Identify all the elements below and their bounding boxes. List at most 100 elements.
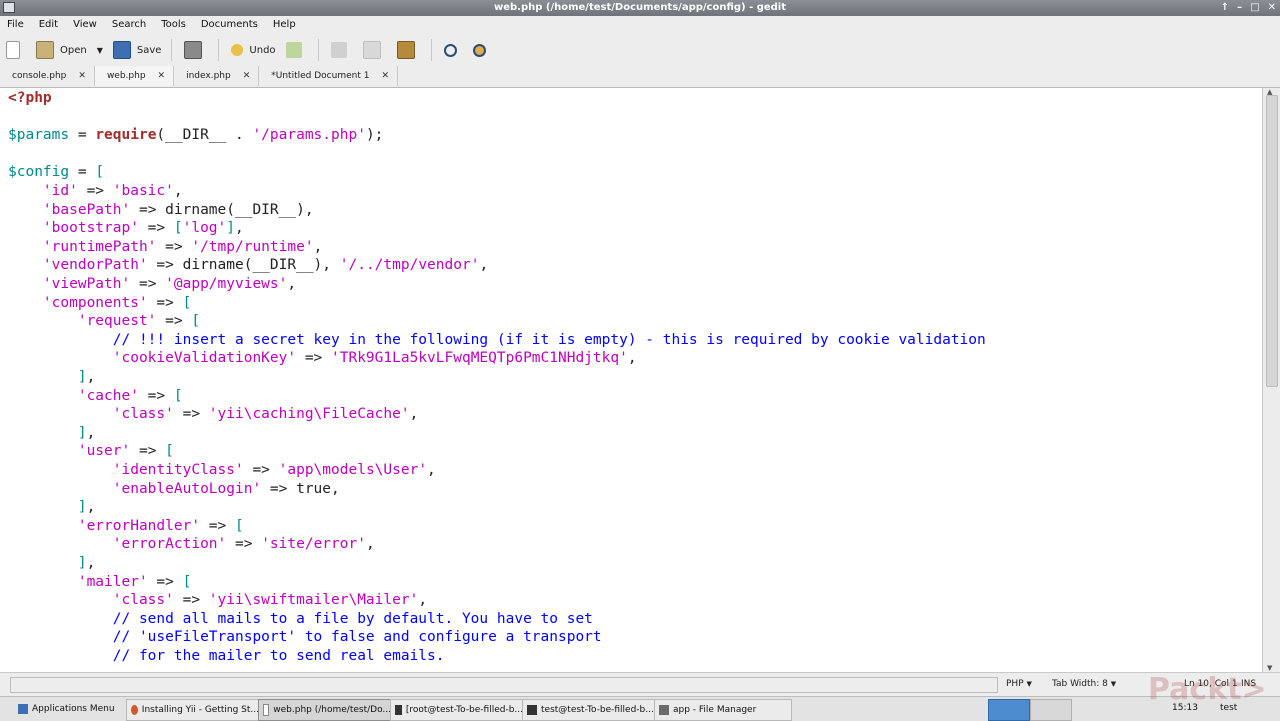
- code-token: 'mailer': [77, 573, 148, 590]
- maximize-button[interactable]: □: [1250, 0, 1259, 16]
- code-line: 'viewPath' => '@app/myviews',: [8, 275, 296, 294]
- code-token: =>: [173, 592, 209, 609]
- code-line: 'class' => 'yii\caching\FileCache',: [8, 405, 419, 424]
- vertical-scrollbar[interactable]: ▲ ▼: [1262, 88, 1280, 672]
- code-editor[interactable]: <?php $params = require(__DIR__ . '/param…: [0, 88, 1262, 672]
- save-icon: [112, 41, 131, 59]
- code-token: 'errorAction': [112, 536, 227, 553]
- code-token: // send all mails to a file by default. …: [112, 610, 593, 627]
- tab-label: console.php: [12, 71, 67, 81]
- code-token: ,: [627, 350, 637, 367]
- workspace-1-button[interactable]: [988, 699, 1030, 721]
- replace-button[interactable]: [469, 38, 496, 62]
- chevron-down-icon[interactable]: ▼: [97, 46, 103, 55]
- code-token: ]: [226, 220, 235, 237]
- task-file-manager[interactable]: app - File Manager: [654, 699, 792, 721]
- code-token: =>: [77, 183, 113, 199]
- redo-button[interactable]: [282, 38, 312, 62]
- paste-button[interactable]: [393, 38, 425, 62]
- menu-edit[interactable]: Edit: [32, 16, 66, 34]
- menu-file[interactable]: File: [0, 16, 32, 34]
- scrollbar-thumb[interactable]: [1266, 95, 1278, 387]
- applications-menu-button[interactable]: Applications Menu: [14, 699, 128, 719]
- close-icon[interactable]: ✕: [381, 66, 389, 86]
- task-gedit[interactable]: web.php (/home/test/Do...: [258, 699, 396, 721]
- code-token: =>: [138, 220, 174, 237]
- toolbar-separator: [218, 39, 220, 61]
- code-line: ],: [8, 368, 95, 387]
- task-browser[interactable]: Installing Yii - Getting St...: [126, 699, 264, 721]
- close-button[interactable]: ✕: [1268, 0, 1276, 16]
- menu-tools[interactable]: Tools: [154, 16, 194, 34]
- tab-web-php[interactable]: web.php ✕: [94, 66, 175, 86]
- code-token: [: [173, 387, 183, 404]
- undo-button[interactable]: Undo: [227, 38, 279, 62]
- workspace-2-button[interactable]: [1030, 699, 1072, 721]
- toolbar-separator: [430, 39, 432, 61]
- scroll-down-icon[interactable]: ▼: [1267, 664, 1272, 672]
- code-token: ,: [287, 276, 297, 292]
- menu-help[interactable]: Help: [266, 16, 304, 34]
- window-icon[interactable]: [3, 2, 15, 13]
- status-message-area: [10, 677, 998, 693]
- menu-search[interactable]: Search: [105, 16, 154, 34]
- toolbar-separator: [171, 39, 173, 61]
- menubar: File Edit View Search Tools Documents He…: [0, 16, 1280, 34]
- copy-button[interactable]: [359, 38, 391, 62]
- task-label: test@test-To-be-filled-b...: [541, 705, 654, 715]
- code-token: 'site/error': [261, 536, 366, 553]
- code-line: // !!! insert a secret key in the follow…: [8, 331, 986, 350]
- menu-documents[interactable]: Documents: [194, 16, 266, 34]
- task-label: Applications Menu: [32, 704, 115, 714]
- code-token: 'class': [112, 406, 174, 423]
- task-terminal-test[interactable]: test@test-To-be-filled-b...: [522, 699, 660, 721]
- task-label: app - File Manager: [673, 705, 757, 715]
- code-line: 'enableAutoLogin' => true,: [8, 480, 340, 499]
- close-icon[interactable]: ✕: [158, 66, 166, 86]
- code-token: '@app/myviews': [165, 276, 288, 292]
- new-button[interactable]: [2, 38, 30, 62]
- code-token: =>: [156, 313, 192, 330]
- code-token: [: [95, 164, 105, 181]
- new-document-icon: [6, 41, 20, 59]
- close-icon[interactable]: ✕: [78, 66, 86, 86]
- tab-width-selector[interactable]: Tab Width: 8 ▼: [1052, 679, 1116, 689]
- terminal-icon: [527, 705, 537, 715]
- window-controls: ↑ – □ ✕: [1221, 0, 1276, 16]
- applications-icon: [18, 704, 28, 714]
- code-token: =>: [226, 536, 262, 553]
- menu-view[interactable]: View: [66, 16, 105, 34]
- keep-above-button[interactable]: ↑: [1221, 0, 1229, 16]
- code-token: 'yii\swiftmailer\Mailer': [208, 592, 419, 609]
- code-token: $params: [8, 127, 70, 144]
- code-token: =>: [173, 406, 209, 423]
- code-line: // for the mailer to send real emails.: [8, 647, 445, 666]
- code-token: 'vendorPath': [42, 257, 148, 274]
- find-replace-icon: [472, 43, 486, 57]
- language-selector[interactable]: PHP ▼: [1006, 679, 1032, 689]
- chevron-down-icon: ▼: [1026, 680, 1032, 688]
- task-label: [root@test-To-be-filled-b...: [405, 705, 523, 715]
- save-button[interactable]: Save: [109, 38, 166, 62]
- code-token: [: [165, 443, 174, 460]
- taskbar: Applications Menu Installing Yii - Getti…: [0, 696, 1280, 721]
- close-icon[interactable]: ✕: [243, 66, 251, 86]
- tab-console-php[interactable]: console.php ✕: [0, 66, 95, 86]
- code-token: =>: [147, 294, 183, 311]
- code-token: ,: [235, 220, 244, 237]
- cut-button[interactable]: [327, 38, 357, 62]
- print-button[interactable]: [180, 38, 212, 62]
- code-token: 'id': [42, 183, 78, 199]
- task-terminal-root[interactable]: [root@test-To-be-filled-b...: [390, 699, 528, 721]
- tab-index-php[interactable]: index.php ✕: [174, 66, 260, 86]
- open-button[interactable]: Open ▼: [32, 38, 107, 62]
- minimize-button[interactable]: –: [1237, 0, 1242, 16]
- tab-untitled-document-1[interactable]: *Untitled Document 1 ✕: [259, 66, 398, 86]
- find-button[interactable]: [440, 38, 467, 62]
